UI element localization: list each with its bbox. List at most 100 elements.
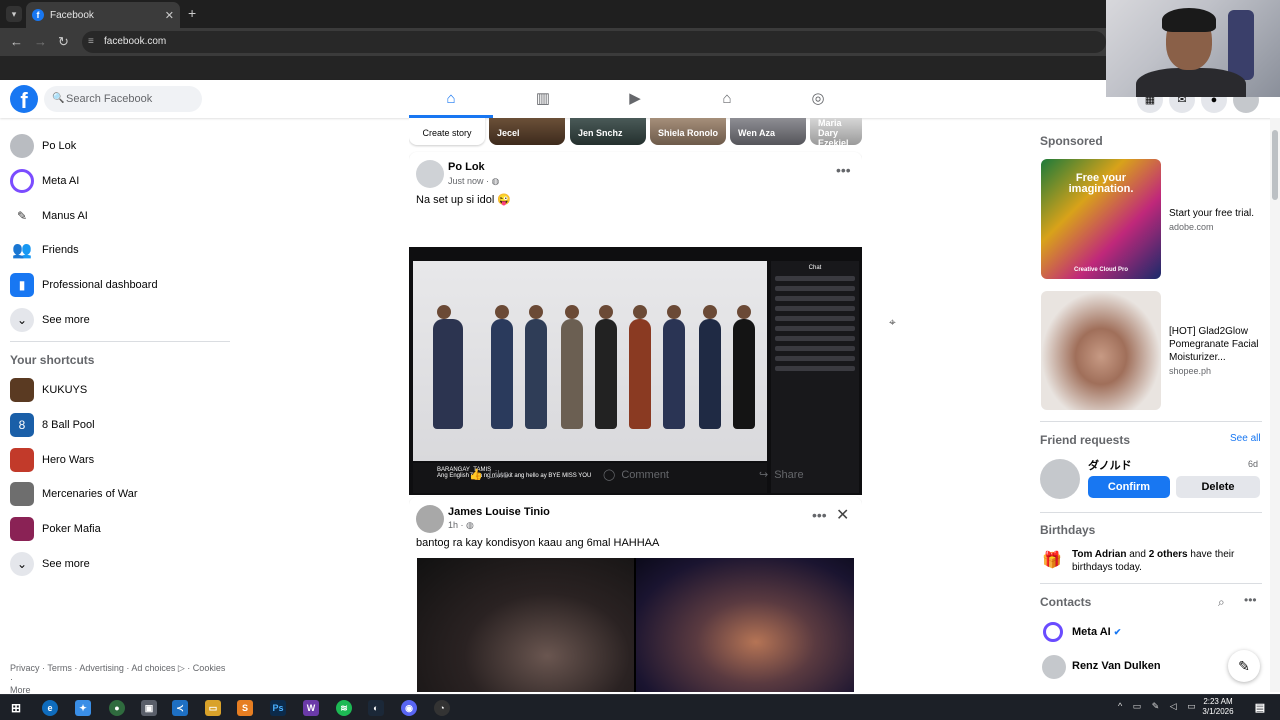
like-icon: 👍 [469, 469, 483, 481]
new-message-icon[interactable]: ✎ [1228, 650, 1260, 682]
copilot-icon[interactable]: ✦ [75, 700, 91, 716]
sidebar-see-more[interactable]: ⌄ See more [10, 306, 90, 334]
sidebar-item-professional-dashboard[interactable]: ▮ Professional dashboard [10, 271, 158, 299]
page-scrollbar[interactable] [1270, 118, 1280, 692]
post-image[interactable] [417, 558, 634, 692]
url-field[interactable]: ≡ facebook.com [82, 31, 1106, 53]
confirm-button[interactable]: Confirm [1088, 476, 1170, 498]
comment-icon: ◯ [603, 469, 616, 481]
kukuys-icon [10, 378, 34, 402]
back-icon[interactable]: ← [10, 34, 23, 49]
forward-icon[interactable]: → [34, 34, 47, 49]
home-icon[interactable]: ⌂ [440, 88, 462, 110]
story-name: Wen Aza [738, 128, 776, 138]
post-author[interactable]: James Louise Tinio [448, 506, 550, 518]
post-image-collage[interactable] [417, 558, 854, 692]
photoshop-icon[interactable]: Ps [270, 700, 286, 716]
footer-line[interactable]: Privacy · Terms · Advertising · Ad choic… [10, 663, 230, 685]
shortcut-item[interactable]: KUKUYS [10, 376, 87, 404]
post-time[interactable]: Just now · ◍ [448, 176, 499, 187]
person-figure [491, 305, 513, 429]
post-image[interactable] [636, 558, 854, 692]
taskbar-clock[interactable]: 2:23 AM 3/1/2026 [1198, 697, 1238, 717]
post-image[interactable]: BARANGAY_TAMIS Ang English pala ng masak… [409, 247, 862, 495]
right-sidebar: Sponsored Free your imagination. Creativ… [1040, 118, 1262, 692]
steam-icon[interactable]: ◐ [368, 700, 384, 716]
chrome-icon[interactable]: ● [109, 700, 125, 716]
like-button[interactable]: 👍 Like [469, 468, 509, 482]
ad-title[interactable]: Start your free trial. [1169, 207, 1254, 220]
ad-image[interactable]: Free your imagination. Creative Cloud Pr… [1041, 159, 1161, 279]
see-all-link[interactable]: See all [1230, 433, 1261, 444]
sublime-icon[interactable]: S [237, 700, 253, 716]
avatar[interactable] [416, 160, 444, 188]
scrollbar-thumb[interactable] [1272, 130, 1278, 200]
search-input[interactable]: 🔍 Search Facebook [44, 86, 202, 112]
system-tray-icons[interactable]: ^ ▭ ✎ ◁ ▭ [1118, 701, 1200, 712]
story-card[interactable]: Wen Aza [730, 118, 806, 145]
friend-request-avatar[interactable] [1040, 459, 1080, 499]
contacts-more-icon[interactable]: ••• [1244, 593, 1257, 607]
stats-icon[interactable]: ▥ [532, 88, 554, 110]
ad-source[interactable]: shopee.ph [1169, 366, 1211, 376]
start-icon[interactable]: ⊞ [8, 700, 24, 716]
birthday-text[interactable]: Tom Adrian and 2 others have their birth… [1072, 548, 1260, 574]
app-icon[interactable]: ▣ [141, 700, 157, 716]
shortcut-item[interactable]: Poker Mafia [10, 515, 101, 543]
more-options-icon[interactable]: ••• [836, 162, 851, 178]
footer-links[interactable]: Privacy · Terms · Advertising · Ad choic… [10, 663, 230, 696]
story-card[interactable]: Jen Snchz [570, 118, 646, 145]
delete-button[interactable]: Delete [1176, 476, 1260, 498]
story-card[interactable]: Shiela Ronolo [650, 118, 726, 145]
globe-icon: ◍ [491, 176, 500, 186]
tab-close-icon[interactable]: ✕ [165, 9, 174, 22]
sidebar-item-profile[interactable]: Po Lok [10, 132, 76, 160]
video-icon[interactable]: ▶ [624, 88, 646, 110]
sidebar-item-manus-ai[interactable]: ✎ Manus AI [10, 202, 88, 230]
avatar[interactable] [416, 505, 444, 533]
ad-source[interactable]: adobe.com [1169, 222, 1214, 232]
site-info-icon[interactable]: ≡ [88, 31, 94, 53]
gaming-icon[interactable]: ◎ [807, 88, 829, 110]
contact-item[interactable]: Meta AI ✔ [1072, 626, 1121, 638]
file-explorer-icon[interactable]: ▭ [205, 700, 221, 716]
contact-item[interactable]: Renz Van Dulken [1072, 660, 1161, 672]
reload-icon[interactable]: ↻ [58, 34, 69, 50]
chat-line [775, 286, 855, 291]
edge-icon[interactable]: e [42, 700, 58, 716]
comment-button[interactable]: ◯ Comment [603, 468, 669, 482]
manus-icon: ✎ [10, 204, 34, 228]
chat-line [775, 296, 855, 301]
story-card[interactable]: Maria Dary Ezekiel [810, 118, 862, 148]
friend-request-name[interactable]: ダノルド [1088, 457, 1132, 473]
post-author[interactable]: Po Lok [448, 161, 485, 173]
sidebar-item-friends[interactable]: 👥 Friends [10, 236, 79, 264]
ad-image[interactable] [1041, 291, 1161, 410]
shortcuts-see-more[interactable]: ⌄ See more [10, 550, 90, 578]
birthday-others: 2 others [1148, 549, 1188, 560]
shortcut-item[interactable]: Hero Wars [10, 446, 94, 474]
sidebar-item-meta-ai[interactable]: Meta AI [10, 167, 79, 195]
app-icon[interactable]: W [303, 700, 319, 716]
contacts-search-icon[interactable]: ⌕ [1218, 595, 1225, 610]
marketplace-icon[interactable]: ⌂ [716, 88, 738, 110]
notification-center-icon[interactable]: ▤ [1252, 700, 1268, 716]
story-card[interactable]: Jecel [489, 118, 565, 145]
browser-tab[interactable]: f Facebook ✕ [26, 2, 180, 28]
share-button[interactable]: ↪ Share [759, 468, 804, 482]
create-story-card[interactable]: Create story [409, 118, 485, 145]
shortcut-item[interactable]: 8 8 Ball Pool [10, 411, 95, 439]
ad-title[interactable]: [HOT] Glad2Glow Pomegranate Facial Moist… [1169, 325, 1261, 364]
post-time[interactable]: 1h · ◍ [448, 520, 474, 531]
more-options-icon[interactable]: ••• [812, 507, 827, 523]
feed-post: Po Lok Just now · ◍ ••• Na set up si ido… [409, 152, 862, 495]
vscode-icon[interactable]: ≺ [172, 700, 188, 716]
spotify-icon[interactable]: ≋ [336, 700, 352, 716]
tab-list-button[interactable]: ▾ [6, 6, 22, 22]
close-post-icon[interactable]: ✕ [836, 505, 849, 525]
discord-icon[interactable]: ◉ [401, 700, 417, 716]
new-tab-button[interactable]: + [188, 5, 196, 21]
facebook-logo-icon[interactable]: f [10, 85, 38, 113]
obs-icon[interactable]: ◔ [434, 700, 450, 716]
shortcut-item[interactable]: Mercenaries of War [10, 480, 138, 508]
